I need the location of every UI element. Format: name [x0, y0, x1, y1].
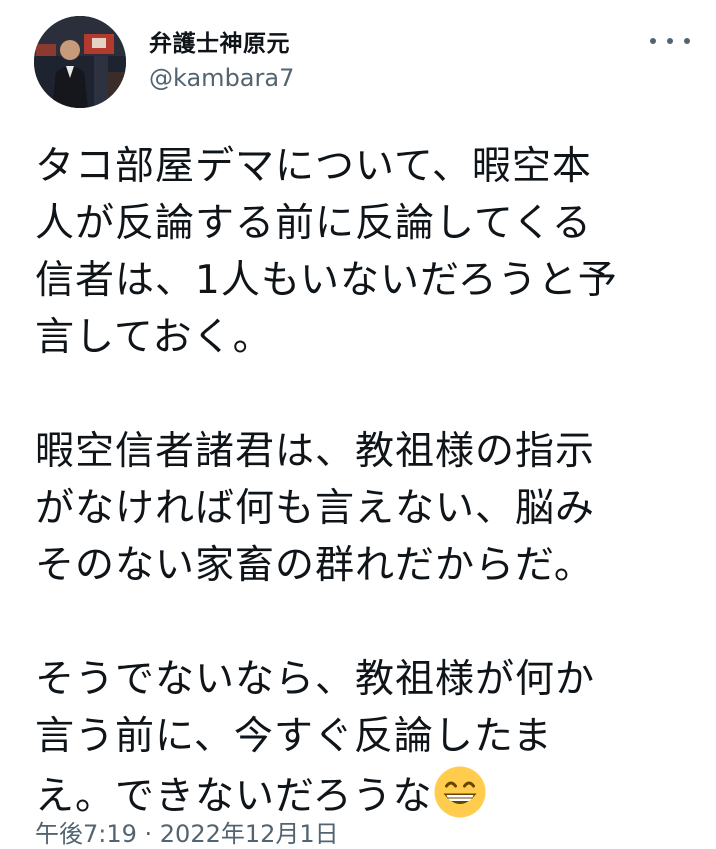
tweet-timestamp[interactable]: 午後7:19 · 2022年12月1日 — [35, 814, 339, 849]
tweet-line-text: え。できないだろうな — [35, 774, 433, 819]
tweet-line: がなければ何も言えない、脳み — [35, 486, 596, 531]
author-display-name[interactable]: 弁護士神原元 — [149, 24, 290, 58]
tweet-line: そうでないなら、教祖様が何か — [35, 657, 596, 702]
tweet-line: そのない家畜の群れだからだ。 — [35, 543, 594, 588]
more-horizontal-icon-dot — [684, 38, 690, 44]
avatar[interactable] — [34, 16, 126, 108]
tweet-line: タコ部屋デマについて、暇空本 — [35, 144, 592, 189]
more-horizontal-icon-dot — [650, 38, 656, 44]
tweet-line: 信者は、1人もいないだろうと予 — [35, 258, 618, 303]
avatar-photo — [34, 16, 126, 108]
tweet-card: 弁護士神原元 @kambara7 タコ部屋デマについて、暇空本 人が反論する前に… — [0, 0, 716, 848]
tweet-line: 言う前に、今すぐ反論したま — [35, 714, 553, 759]
more-options-button[interactable] — [650, 34, 690, 48]
grinning-face-icon — [434, 766, 486, 818]
author-handle[interactable]: @kambara7 — [149, 64, 294, 92]
tweet-line: 暇空信者諸君は、教祖様の指示 — [35, 429, 596, 474]
tweet-line: 人が反論する前に反論してくる — [35, 201, 592, 246]
tweet-text: タコ部屋デマについて、暇空本 人が反論する前に反論してくる 信者は、1人もいない… — [35, 138, 703, 822]
more-horizontal-icon-dot — [667, 38, 673, 44]
tweet-line: 言しておく。 — [35, 315, 273, 360]
